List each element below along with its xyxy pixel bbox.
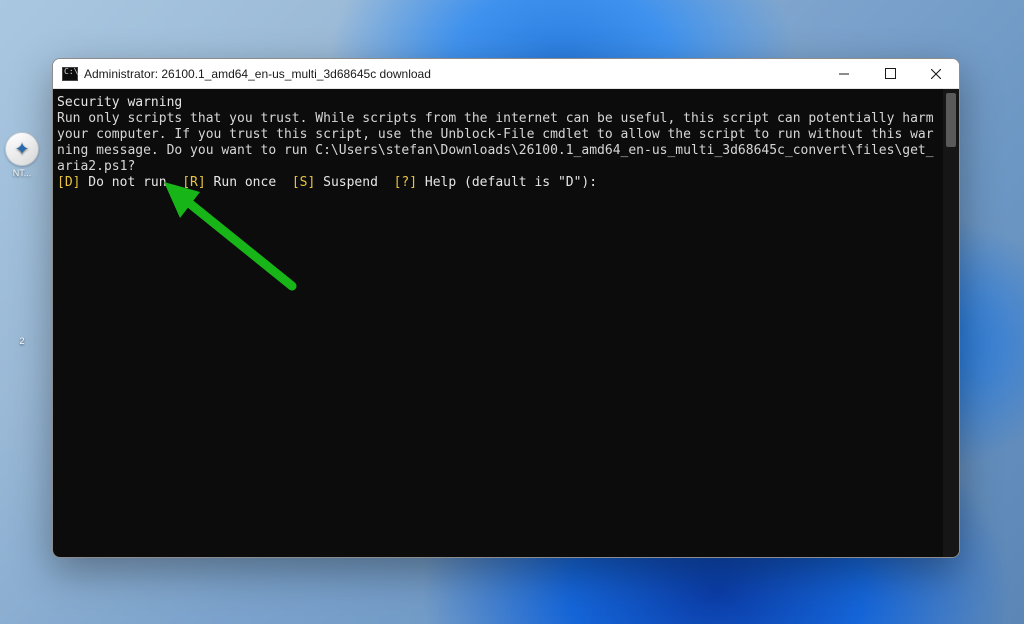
security-warning-body: Run only scripts that you trust. While s…: [57, 111, 941, 174]
security-warning-heading: Security warning: [57, 95, 182, 110]
shortcut-label: NT...: [2, 168, 42, 178]
option-help-key: [?]: [394, 175, 417, 190]
vertical-scrollbar[interactable]: [943, 89, 959, 557]
maximize-button[interactable]: [867, 59, 913, 88]
scrollbar-thumb[interactable]: [946, 93, 956, 147]
close-button[interactable]: [913, 59, 959, 88]
shortcut-icon: ✦: [5, 132, 39, 166]
prompt-line: [D] Do not run [R] Run once [S] Suspend …: [57, 175, 597, 190]
window-controls: [821, 59, 959, 88]
minimize-button[interactable]: [821, 59, 867, 88]
option-s-label: Suspend: [315, 175, 393, 190]
desktop-shortcut[interactable]: ✦ NT...: [2, 132, 42, 178]
minimize-icon: [839, 69, 849, 79]
terminal-output[interactable]: Security warning Run only scripts that y…: [53, 89, 943, 557]
close-icon: [931, 69, 941, 79]
option-d-label: Do not run: [80, 175, 182, 190]
command-prompt-icon: [62, 67, 78, 81]
option-r-label: Run once: [206, 175, 292, 190]
desktop-label: 2: [3, 336, 41, 346]
window-title: Administrator: 26100.1_amd64_en-us_multi…: [84, 67, 431, 81]
terminal-area: Security warning Run only scripts that y…: [53, 89, 959, 557]
option-r-key: [R]: [182, 175, 205, 190]
option-s-key: [S]: [292, 175, 315, 190]
option-help-label: Help (default is "D"):: [417, 175, 597, 190]
titlebar[interactable]: Administrator: 26100.1_amd64_en-us_multi…: [53, 59, 959, 89]
maximize-icon: [885, 68, 896, 79]
terminal-window: Administrator: 26100.1_amd64_en-us_multi…: [52, 58, 960, 558]
option-d-key: [D]: [57, 175, 80, 190]
